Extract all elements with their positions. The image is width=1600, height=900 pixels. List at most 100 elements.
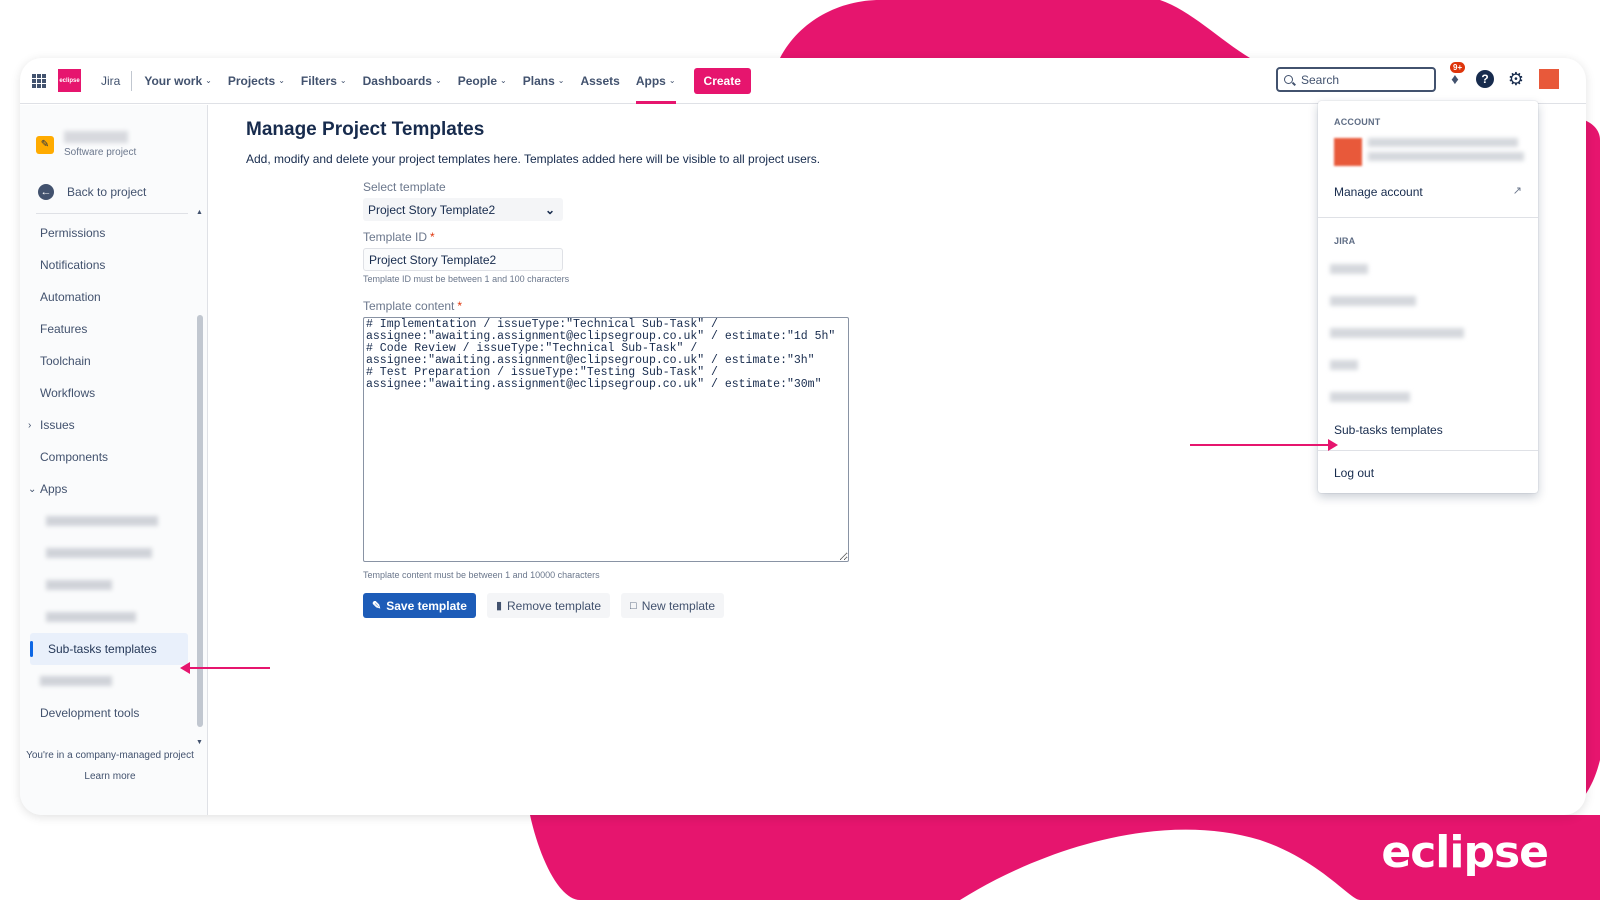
nav-item-label: Assets [580, 73, 620, 88]
nav-item-filters[interactable]: Filters ⌄ [301, 58, 347, 104]
trash-icon: ▮ [495, 600, 502, 612]
back-to-project-label: Back to project [67, 185, 147, 199]
chevron-down-icon: ⌄ [28, 483, 37, 495]
sidebar-item-automation[interactable]: Automation [20, 281, 200, 313]
sidebar-item-label: Sub-tasks templates [48, 642, 157, 656]
select-template-value: Project Story Template2 [368, 202, 496, 217]
callout-arrow-left [180, 662, 270, 674]
sidebar-item-redacted[interactable] [20, 601, 200, 633]
company-managed-notice: You're in a company-managed project [26, 750, 194, 761]
new-template-button[interactable]: □ New template [621, 593, 725, 618]
nav-item-plans[interactable]: Plans ⌄ [523, 58, 565, 104]
sidebar-item-issues[interactable]: › Issues [20, 409, 200, 441]
dropdown-divider [1318, 217, 1538, 218]
help-icon[interactable]: ? [1476, 70, 1494, 88]
menu-item-redacted[interactable] [1330, 392, 1410, 402]
project-type: Software project [64, 147, 137, 158]
chevron-down-icon: ⌄ [500, 76, 507, 85]
subtasks-templates-menu-item[interactable]: Sub-tasks templates [1334, 423, 1443, 437]
sidebar-item-components[interactable]: Components [20, 441, 200, 473]
sidebar-item-redacted[interactable] [20, 665, 200, 697]
eclipse-logo-icon[interactable]: eclipse [58, 69, 81, 92]
chevron-down-icon: ⌄ [557, 76, 565, 85]
log-out-menu-item[interactable]: Log out [1334, 466, 1374, 480]
new-template-label: New template [641, 598, 716, 613]
arrowhead-icon [180, 662, 190, 674]
nav-item-label: Plans [522, 73, 555, 88]
notification-count-badge: 9+ [1450, 62, 1466, 73]
nav-item-projects[interactable]: Projects ⌄ [228, 58, 285, 104]
sidebar-item-redacted[interactable] [20, 569, 200, 601]
search-field[interactable] [1276, 67, 1436, 92]
select-template-dropdown[interactable]: Project Story Template2 ⌄ [363, 198, 563, 221]
sidebar-item-label: Permissions [40, 226, 106, 240]
account-avatar [1334, 138, 1362, 166]
user-avatar[interactable] [1539, 69, 1559, 89]
create-button[interactable]: Create [693, 67, 751, 94]
app-switcher-icon[interactable] [32, 73, 46, 88]
chevron-down-icon: ⌄ [339, 76, 347, 85]
settings-gear-icon[interactable]: ⚙ [1507, 69, 1525, 89]
menu-item-redacted[interactable] [1330, 264, 1368, 274]
search-input[interactable] [1301, 72, 1421, 87]
nav-item-dashboards[interactable]: Dashboards ⌄ [363, 58, 442, 104]
template-id-helper: Template ID must be between 1 and 100 ch… [363, 274, 570, 284]
sidebar-item-toolchain[interactable]: Toolchain [20, 345, 200, 377]
sidebar-item-apps[interactable]: ⌄ Apps [20, 473, 200, 505]
sidebar-item-label: Issues [40, 418, 75, 432]
back-to-project-link[interactable]: ← Back to project [38, 184, 146, 200]
project-header[interactable]: ✎ Software project [36, 131, 136, 158]
template-content-textarea[interactable]: # Implementation / issueType:"Technical … [363, 317, 849, 562]
chevron-down-icon: ⌄ [434, 76, 442, 85]
nav-item-apps[interactable]: Apps ⌄ [635, 58, 676, 104]
chevron-down-icon: ⌄ [278, 76, 285, 85]
scroll-up-icon[interactable]: ▲ [196, 209, 203, 216]
sidebar-item-redacted[interactable] [20, 505, 200, 537]
scroll-down-icon[interactable]: ▼ [196, 739, 203, 746]
learn-more-link[interactable]: Learn more [20, 771, 200, 782]
sidebar-item-notifications[interactable]: Notifications [20, 249, 200, 281]
sidebar-item-features[interactable]: Features [20, 313, 200, 345]
sidebar-scrollbar[interactable]: ▲ ▼ [196, 209, 203, 746]
jira-heading: JIRA [1334, 236, 1356, 246]
template-form: Select template Project Story Template2 … [363, 180, 849, 618]
required-asterisk: * [457, 299, 463, 313]
nav-item-your-work[interactable]: Your work ⌄ [144, 58, 212, 104]
menu-item-redacted[interactable] [1330, 328, 1464, 338]
menu-item-redacted[interactable] [1330, 296, 1416, 306]
notifications-bell-icon[interactable]: ♦ 9+ [1444, 62, 1466, 90]
nav-item-label: Filters [300, 73, 337, 88]
template-id-label-text: Template ID [363, 230, 428, 244]
sidebar-divider [36, 213, 188, 214]
nav-item-label: Projects [227, 73, 276, 88]
nav-item-people[interactable]: People ⌄ [458, 58, 507, 104]
dropdown-divider [1318, 450, 1538, 451]
account-details-redacted [1368, 138, 1524, 166]
product-name[interactable]: Jira [101, 74, 120, 88]
arrow-left-icon: ← [38, 184, 54, 200]
nav-item-assets[interactable]: Assets [580, 58, 619, 104]
required-asterisk: * [430, 230, 435, 244]
remove-template-button[interactable]: ▮ Remove template [486, 593, 611, 618]
page-description: Add, modify and delete your project temp… [246, 152, 821, 166]
save-template-button[interactable]: ✎ Save template [363, 593, 476, 618]
nav-divider [131, 70, 133, 91]
template-content-label: Template content * [363, 299, 849, 313]
template-id-input[interactable] [363, 248, 563, 271]
template-content-label-text: Template content [363, 299, 455, 313]
sidebar-item-redacted[interactable] [20, 537, 200, 569]
external-link-icon: ↗ [1512, 185, 1522, 197]
sidebar-item-permissions[interactable]: Permissions [20, 217, 200, 249]
scroll-thumb[interactable] [197, 315, 203, 727]
nav-item-label: Apps [635, 73, 666, 88]
chevron-down-icon: ⌄ [544, 202, 555, 217]
sidebar-item-development-tools[interactable]: Development tools [20, 697, 200, 729]
sidebar-item-label: Automation [40, 290, 101, 304]
sidebar-item-workflows[interactable]: Workflows [20, 377, 200, 409]
sidebar-item-subtasks-templates[interactable]: Sub-tasks templates [30, 633, 188, 665]
menu-item-redacted[interactable] [1330, 360, 1358, 370]
nav-item-label: Your work [144, 73, 203, 88]
nav-item-label: Dashboards [362, 73, 432, 88]
save-template-label: Save template [386, 598, 467, 613]
manage-account-link[interactable]: Manage account [1334, 185, 1423, 199]
